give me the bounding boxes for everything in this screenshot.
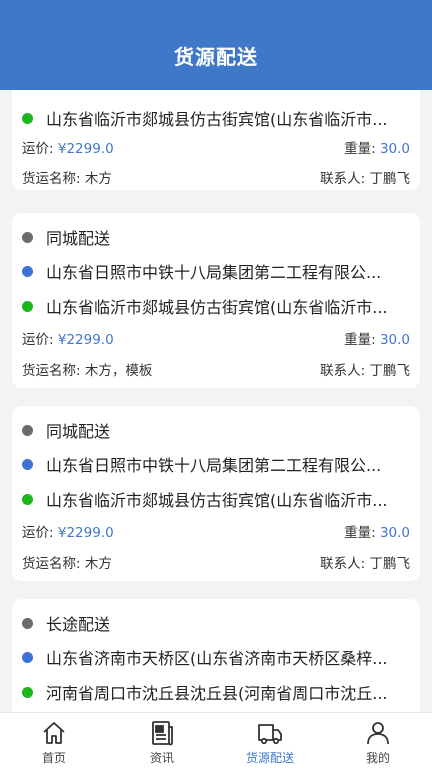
delivery-type-row: 长途配送 (22, 612, 410, 634)
price-label: 运价: (22, 525, 54, 541)
order-list[interactable]: 山东省临沂市郯城县仿古街宾馆(山东省临沂市... 运价: ¥2299.0 重量:… (0, 90, 432, 712)
destination-row: 山东省临沂市郯城县仿古街宾馆(山东省临沂市... (22, 295, 410, 317)
delivery-type-row: 同城配送 (22, 419, 410, 441)
tab-mine[interactable]: 我的 (324, 713, 432, 768)
destination-dot-icon (22, 112, 33, 124)
contact-label: 联系人: (320, 556, 366, 572)
goods-contact-row: 货运名称: 木方 联系人: 丁鹏飞 (22, 552, 410, 572)
destination-address: 河南省周口市沈丘县沈丘县(河南省周口市沈丘... (46, 684, 388, 703)
price-value: ¥2299.0 (57, 141, 114, 157)
price-label: 运价: (22, 332, 54, 348)
destination-row: 山东省临沂市郯城县仿古街宾馆(山东省临沂市... (22, 107, 410, 129)
origin-address: 山东省济南市天桥区(山东省济南市天桥区桑梓... (46, 649, 388, 668)
price-weight-row: 运价: ¥2299.0 重量: 30.0 (22, 328, 410, 348)
user-icon (367, 722, 389, 745)
contact-label: 联系人: (320, 171, 366, 187)
weight-label: 重量: (344, 525, 376, 541)
weight-value: 30.0 (379, 525, 410, 541)
weight-value: 30.0 (379, 332, 410, 348)
delivery-type: 长途配送 (46, 615, 111, 634)
origin-row: 山东省济南市天桥区(山东省济南市天桥区桑梓... (22, 646, 410, 668)
goods-label: 货运名称: (22, 171, 81, 187)
page-title: 货源配送 (174, 45, 258, 69)
tab-label: 资讯 (149, 751, 174, 765)
order-card[interactable]: 同城配送 山东省日照市中铁十八局集团第二工程有限公... 山东省临沂市郯城县仿古… (12, 406, 420, 581)
weight-label: 重量: (344, 141, 376, 157)
order-card[interactable]: 同城配送 山东省日照市中铁十八局集团第二工程有限公... 山东省临沂市郯城县仿古… (12, 213, 420, 388)
origin-dot-icon (22, 651, 33, 663)
bottom-tab-bar: 首页 资讯 货源配送 我的 (0, 712, 432, 768)
goods-label: 货运名称: (22, 363, 81, 379)
weight-value: 30.0 (379, 141, 410, 157)
destination-address: 山东省临沂市郯城县仿古街宾馆(山东省临沂市... (46, 491, 388, 510)
origin-dot-icon (22, 265, 33, 277)
type-dot-icon (22, 617, 33, 629)
contact-value: 丁鹏飞 (369, 171, 411, 187)
order-card[interactable]: 山东省临沂市郯城县仿古街宾馆(山东省临沂市... 运价: ¥2299.0 重量:… (12, 90, 420, 190)
destination-address: 山东省临沂市郯城县仿古街宾馆(山东省临沂市... (46, 110, 388, 129)
weight-label: 重量: (344, 332, 376, 348)
goods-value: 木方 (84, 556, 112, 572)
price-value: ¥2299.0 (57, 525, 114, 541)
origin-row: 山东省日照市中铁十八局集团第二工程有限公... (22, 260, 410, 282)
price-weight-row: 运价: ¥2299.0 重量: 30.0 (22, 521, 410, 541)
tab-label: 货源配送 (245, 751, 294, 765)
goods-contact-row: 货运名称: 木方 联系人: 丁鹏飞 (22, 167, 410, 187)
goods-value: 木方 (84, 171, 112, 187)
destination-address: 山东省临沂市郯城县仿古街宾馆(山东省临沂市... (46, 298, 388, 317)
type-dot-icon (22, 231, 33, 243)
goods-value: 木方，模板 (84, 363, 153, 379)
tab-delivery[interactable]: 货源配送 (216, 713, 324, 768)
contact-value: 丁鹏飞 (369, 556, 411, 572)
delivery-type-row: 同城配送 (22, 226, 410, 248)
delivery-type: 同城配送 (46, 422, 111, 441)
tab-home[interactable]: 首页 (0, 713, 108, 768)
order-card[interactable]: 长途配送 山东省济南市天桥区(山东省济南市天桥区桑梓... 河南省周口市沈丘县沈… (12, 599, 420, 712)
goods-contact-row: 货运名称: 木方，模板 联系人: 丁鹏飞 (22, 359, 410, 379)
destination-row: 河南省周口市沈丘县沈丘县(河南省周口市沈丘... (22, 681, 410, 703)
tab-news[interactable]: 资讯 (108, 713, 216, 768)
destination-dot-icon (22, 493, 33, 505)
destination-row: 山东省临沂市郯城县仿古街宾馆(山东省临沂市... (22, 488, 410, 510)
goods-label: 货运名称: (22, 556, 81, 572)
price-value: ¥2299.0 (57, 332, 114, 348)
contact-label: 联系人: (320, 363, 366, 379)
tab-label: 首页 (41, 751, 66, 765)
news-icon (152, 721, 173, 746)
delivery-type: 同城配送 (46, 229, 111, 248)
origin-address: 山东省日照市中铁十八局集团第二工程有限公... (46, 263, 382, 282)
delivery-truck-icon (258, 724, 282, 745)
origin-dot-icon (22, 458, 33, 470)
price-weight-row: 运价: ¥2299.0 重量: 30.0 (22, 137, 410, 157)
price-label: 运价: (22, 141, 54, 157)
contact-value: 丁鹏飞 (369, 363, 411, 379)
tab-label: 我的 (365, 751, 390, 765)
home-icon (43, 722, 65, 744)
type-dot-icon (22, 424, 33, 436)
destination-dot-icon (22, 686, 33, 698)
origin-address: 山东省日照市中铁十八局集团第二工程有限公... (46, 456, 382, 475)
destination-dot-icon (22, 300, 33, 312)
origin-row: 山东省日照市中铁十八局集团第二工程有限公... (22, 453, 410, 475)
app-header: 货源配送 (0, 0, 432, 90)
